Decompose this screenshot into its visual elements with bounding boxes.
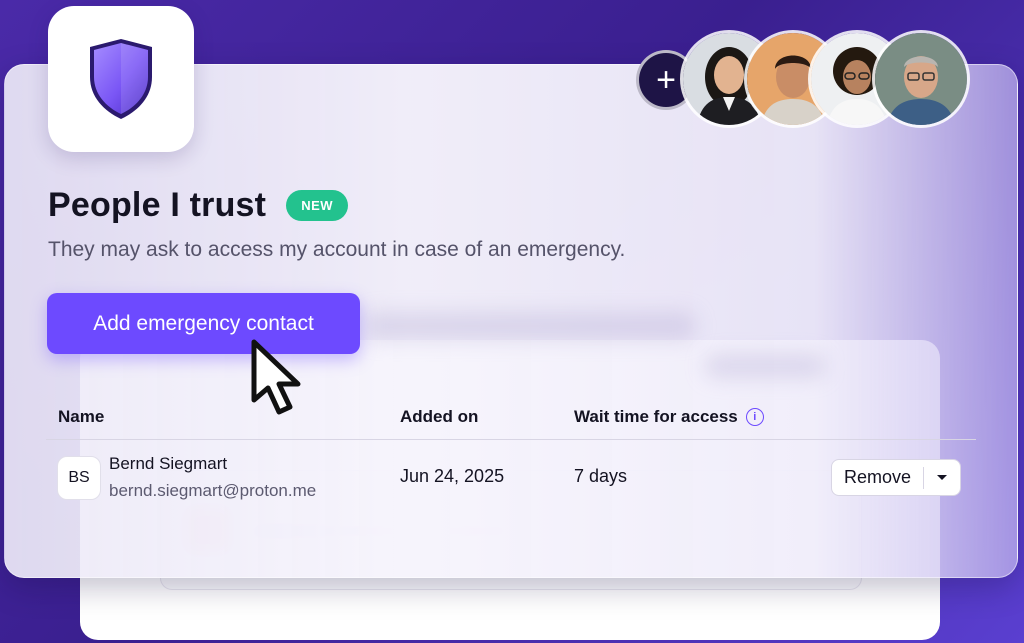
- caret-down-icon: [937, 474, 947, 480]
- contact-email: bernd.siegmart@proton.me: [109, 481, 317, 500]
- column-header-added-on: Added on: [400, 407, 479, 426]
- remove-button[interactable]: Remove: [832, 460, 923, 495]
- shield-icon: [90, 39, 152, 119]
- contact-wait-time: 7 days: [574, 466, 628, 486]
- blurred-background-text: [365, 313, 695, 339]
- blurred-background-text: [705, 355, 825, 377]
- new-badge: NEW: [286, 190, 349, 221]
- more-actions-dropdown[interactable]: [924, 460, 960, 495]
- column-header-wait-time: Wait time for access i: [574, 407, 764, 427]
- title-row: People I trust NEW: [48, 186, 349, 225]
- contact-name: Bernd Siegmart: [109, 454, 228, 473]
- column-header-wait-time-label: Wait time for access: [574, 407, 738, 426]
- column-header-name: Name: [58, 407, 105, 426]
- contact-added-on: Jun 24, 2025: [400, 466, 505, 486]
- table-divider: [46, 439, 976, 440]
- avatar-man-2: [872, 30, 970, 128]
- page-title: People I trust: [48, 186, 267, 224]
- info-icon[interactable]: i: [745, 408, 764, 426]
- shield-app-icon: [48, 6, 194, 152]
- remove-split-button: Remove: [831, 459, 961, 496]
- mouse-pointer-icon: [251, 339, 301, 415]
- contact-initials-avatar: BS: [57, 456, 101, 500]
- page-subtitle: They may ask to access my account in cas…: [48, 238, 626, 261]
